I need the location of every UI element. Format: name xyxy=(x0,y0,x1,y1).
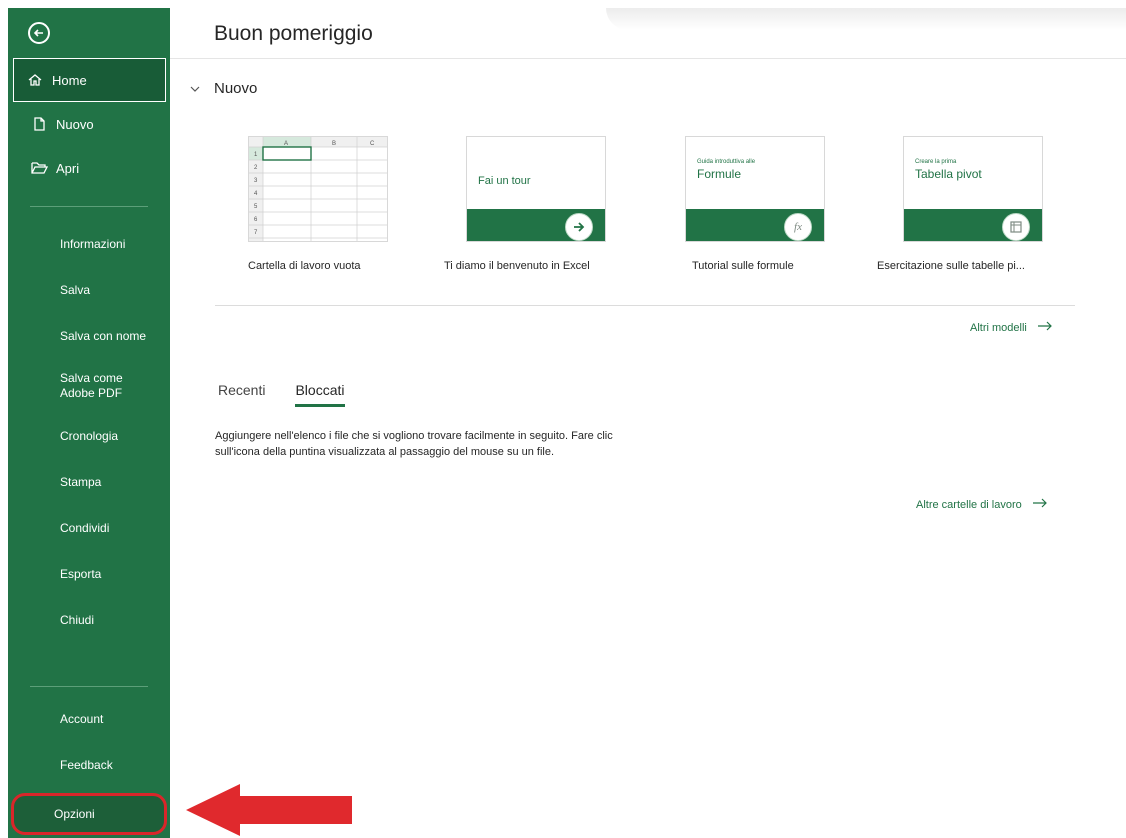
template-label: Cartella di lavoro vuota xyxy=(248,260,361,272)
file-tabs: Recenti Bloccati xyxy=(218,382,375,407)
arrow-right-icon xyxy=(1037,321,1053,334)
template-label: Ti diamo il benvenuto in Excel xyxy=(444,260,590,272)
template-formulas[interactable]: Guida introduttiva alle Formule fx xyxy=(685,136,825,242)
card-title: Formule xyxy=(697,167,742,181)
nav-account-label: Account xyxy=(60,711,104,726)
card-title: Tabella pivot xyxy=(915,167,982,181)
tab-bloccati[interactable]: Bloccati xyxy=(295,382,345,407)
pinned-empty-message: Aggiungere nell'elenco i file che si vog… xyxy=(215,430,613,458)
nav-nuovo-label: Nuovo xyxy=(56,116,94,132)
sidebar-divider-bottom xyxy=(30,686,148,687)
new-file-icon xyxy=(30,115,48,133)
nav-stampa-label: Stampa xyxy=(60,474,102,489)
nav-esporta[interactable]: Esporta xyxy=(8,551,170,597)
new-section-toggle[interactable]: Nuovo xyxy=(190,80,257,97)
more-workbooks-label: Altre cartelle di lavoro xyxy=(916,498,1022,511)
spreadsheet-preview-icon: A B C 1 2 3 4 5 6 7 xyxy=(249,137,387,241)
nav-esporta-label: Esporta xyxy=(60,566,102,581)
header-decoration xyxy=(606,8,1126,30)
pivot-icon xyxy=(1002,213,1030,241)
more-templates-link[interactable]: Altri modelli xyxy=(970,321,1053,334)
page-title: Buon pomeriggio xyxy=(214,22,373,45)
template-label: Tutorial sulle formule xyxy=(692,260,794,272)
backstage-sidebar: Home Nuovo Apri Informazioni Salva Salva… xyxy=(8,8,170,838)
template-pivot[interactable]: Creare la prima Tabella pivot xyxy=(903,136,1043,242)
sidebar-divider xyxy=(30,206,148,207)
arrow-right-icon xyxy=(1032,498,1048,511)
nav-cronologia[interactable]: Cronologia xyxy=(8,413,170,459)
card-subtitle: Creare la prima xyxy=(915,159,957,165)
top-bar: Buon pomeriggio xyxy=(170,8,1126,59)
nav-salva-con-nome[interactable]: Salva con nome xyxy=(8,313,170,359)
tab-recenti[interactable]: Recenti xyxy=(218,382,265,407)
nav-account[interactable]: Account xyxy=(8,696,170,742)
template-welcome-tour[interactable]: Fai un tour xyxy=(466,136,606,242)
home-icon xyxy=(26,71,44,89)
nav-stampa[interactable]: Stampa xyxy=(8,459,170,505)
nav-chiudi-label: Chiudi xyxy=(60,612,95,627)
back-arrow-icon[interactable] xyxy=(28,22,50,44)
chevron-down-icon xyxy=(190,80,200,97)
nav-chiudi[interactable]: Chiudi xyxy=(8,597,170,643)
nav-home[interactable]: Home xyxy=(13,58,166,102)
column-header: B xyxy=(332,141,336,147)
nav-apri[interactable]: Apri xyxy=(8,146,170,190)
annotation-arrow-icon xyxy=(186,784,352,836)
nav-condividi[interactable]: Condividi xyxy=(8,505,170,551)
column-header: C xyxy=(370,141,375,147)
nav-feedback-label: Feedback xyxy=(60,757,113,772)
open-folder-icon xyxy=(30,159,48,177)
arrow-right-icon xyxy=(565,213,593,241)
nav-salva-label: Salva xyxy=(60,282,91,297)
column-header: A xyxy=(284,141,288,147)
more-templates-label: Altri modelli xyxy=(970,321,1027,334)
nav-informazioni[interactable]: Informazioni xyxy=(8,221,170,267)
nav-feedback[interactable]: Feedback xyxy=(8,742,170,788)
template-label: Esercitazione sulle tabelle pi... xyxy=(877,260,1025,272)
nav-opzioni-label: Opzioni xyxy=(54,807,95,821)
section-divider xyxy=(215,305,1075,306)
new-section-heading: Nuovo xyxy=(214,80,258,97)
nav-salva-come-pdf[interactable]: Salva come Adobe PDF xyxy=(8,359,170,413)
nav-condividi-label: Condividi xyxy=(60,520,110,535)
card-subtitle: Guida introduttiva alle xyxy=(697,159,756,165)
nav-home-label: Home xyxy=(52,72,87,88)
nav-opzioni[interactable]: Opzioni xyxy=(11,793,167,835)
nav-salva[interactable]: Salva xyxy=(8,267,170,313)
nav-cronologia-label: Cronologia xyxy=(60,428,119,443)
fx-icon: fx xyxy=(784,213,812,241)
nav-informazioni-label: Informazioni xyxy=(60,236,126,251)
template-blank-workbook[interactable]: A B C 1 2 3 4 5 6 7 xyxy=(248,136,388,242)
card-title: Fai un tour xyxy=(478,175,531,187)
nav-salva-come-pdf-label: Salva come Adobe PDF xyxy=(60,371,123,400)
nav-salva-con-nome-label: Salva con nome xyxy=(60,328,147,343)
more-workbooks-link[interactable]: Altre cartelle di lavoro xyxy=(916,498,1048,511)
nav-apri-label: Apri xyxy=(56,160,80,176)
nav-nuovo[interactable]: Nuovo xyxy=(8,102,170,146)
